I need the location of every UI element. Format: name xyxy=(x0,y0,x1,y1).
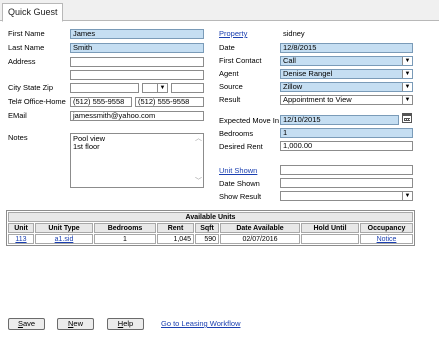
show-result-label: Show Result xyxy=(219,192,262,201)
first-name-label: First Name xyxy=(8,29,45,38)
unit-type-link[interactable]: a1.sid xyxy=(55,236,74,243)
new-button[interactable]: New xyxy=(57,318,94,330)
notes-textarea[interactable]: Pool view 1st floor ︿ ﹀ xyxy=(70,133,204,188)
property-value: sidney xyxy=(283,29,305,38)
office-phone-field[interactable]: (512) 555-9558 xyxy=(70,97,132,107)
email-label: EMail xyxy=(8,111,27,120)
table-row: 113 a1.sid 1 1,045 590 02/07/2016 Notice xyxy=(8,234,413,244)
chevron-down-icon[interactable]: ▼ xyxy=(402,57,412,65)
scroll-down-icon[interactable]: ﹀ xyxy=(195,178,202,186)
address-line1-field[interactable] xyxy=(70,57,204,67)
address-line2-field[interactable] xyxy=(70,70,204,80)
calendar-icon[interactable] xyxy=(402,113,412,123)
col-header-bedrooms: Bedrooms xyxy=(94,223,156,233)
city-field[interactable] xyxy=(70,83,139,93)
rent-cell: 1,045 xyxy=(157,234,194,244)
col-header-rent: Rent xyxy=(157,223,194,233)
unit-shown-link[interactable]: Unit Shown xyxy=(219,166,257,176)
date-shown-label: Date Shown xyxy=(219,179,260,188)
leasing-workflow-link[interactable]: Go to Leasing Workflow xyxy=(161,319,240,329)
first-contact-select[interactable]: Call ▼ xyxy=(280,56,413,66)
unit-shown-field[interactable] xyxy=(280,165,413,175)
agent-label: Agent xyxy=(219,69,239,78)
tab-bar: Quick Guest xyxy=(0,0,439,22)
chevron-down-icon[interactable]: ▼ xyxy=(402,83,412,91)
help-label: elp xyxy=(123,319,134,328)
tab-quick-guest[interactable]: Quick Guest xyxy=(2,3,63,22)
bedrooms-label: Bedrooms xyxy=(219,129,254,138)
move-in-field[interactable]: 12/10/2015 xyxy=(280,115,399,125)
result-value: Appointment to View xyxy=(283,95,352,104)
help-button[interactable]: Help xyxy=(107,318,144,330)
hold-until-cell[interactable] xyxy=(301,234,359,244)
email-field[interactable]: jamessmith@yahoo.com xyxy=(70,111,204,121)
source-value: Zillow xyxy=(283,82,303,91)
notes-line-2: 1st floor xyxy=(73,142,100,151)
first-contact-label: First Contact xyxy=(219,56,262,65)
state-select[interactable]: ▼ xyxy=(142,83,168,93)
col-header-date-available: Date Available xyxy=(220,223,300,233)
last-name-field[interactable]: Smith xyxy=(70,43,204,53)
occupancy-cell[interactable]: Notice xyxy=(360,234,413,244)
source-label: Source xyxy=(219,82,243,91)
zip-field[interactable] xyxy=(171,83,204,93)
date-shown-field[interactable] xyxy=(280,178,413,188)
unit-cell[interactable]: 113 xyxy=(8,234,34,244)
property-link[interactable]: Property xyxy=(219,29,247,39)
source-select[interactable]: Zillow ▼ xyxy=(280,82,413,92)
col-header-hold-until: Hold Until xyxy=(301,223,359,233)
occupancy-link[interactable]: Notice xyxy=(377,236,397,243)
unit-type-cell[interactable]: a1.sid xyxy=(35,234,93,244)
sqft-cell: 590 xyxy=(195,234,219,244)
col-header-unit-type: Unit Type xyxy=(35,223,93,233)
first-name-field[interactable]: James xyxy=(70,29,204,39)
result-select[interactable]: Appointment to View ▼ xyxy=(280,95,413,105)
col-header-sqft: Sqft xyxy=(195,223,219,233)
agent-select[interactable]: Denise Rangel ▼ xyxy=(280,69,413,79)
agent-value: Denise Rangel xyxy=(283,69,333,78)
chevron-down-icon[interactable]: ▼ xyxy=(402,96,412,104)
chevron-down-icon[interactable]: ▼ xyxy=(157,84,167,92)
date-label: Date xyxy=(219,43,235,52)
save-label: ave xyxy=(22,319,36,328)
notes-label: Notes xyxy=(8,133,28,142)
bedrooms-cell: 1 xyxy=(94,234,156,244)
first-contact-value: Call xyxy=(283,56,296,65)
move-in-label: Expected Move In xyxy=(219,116,280,125)
save-button[interactable]: Save xyxy=(8,318,45,330)
desired-rent-field[interactable]: 1,000.00 xyxy=(280,141,413,151)
city-state-zip-label: City State Zip xyxy=(8,83,54,92)
show-result-select[interactable]: ▼ xyxy=(280,191,413,201)
unit-link[interactable]: 113 xyxy=(15,236,26,243)
date-available-cell: 02/07/2016 xyxy=(220,234,300,244)
desired-rent-label: Desired Rent xyxy=(219,142,263,151)
bedrooms-field[interactable]: 1 xyxy=(280,128,413,138)
new-label: ew xyxy=(73,319,83,328)
date-field[interactable]: 12/8/2015 xyxy=(280,43,413,53)
col-header-unit: Unit xyxy=(8,223,34,233)
table-title: Available Units xyxy=(8,212,413,222)
scroll-up-icon[interactable]: ︿ xyxy=(195,135,202,143)
phone-label: Tel# Office-Home xyxy=(8,97,66,106)
result-label: Result xyxy=(219,95,241,104)
available-units-table: Available Units Unit Unit Type Bedrooms … xyxy=(6,210,415,246)
chevron-down-icon[interactable]: ▼ xyxy=(402,192,412,200)
address-label: Address xyxy=(8,57,36,66)
home-phone-field[interactable]: (512) 555-9558 xyxy=(135,97,204,107)
chevron-down-icon[interactable]: ▼ xyxy=(402,70,412,78)
last-name-label: Last Name xyxy=(8,43,45,52)
col-header-occupancy: Occupancy xyxy=(360,223,413,233)
